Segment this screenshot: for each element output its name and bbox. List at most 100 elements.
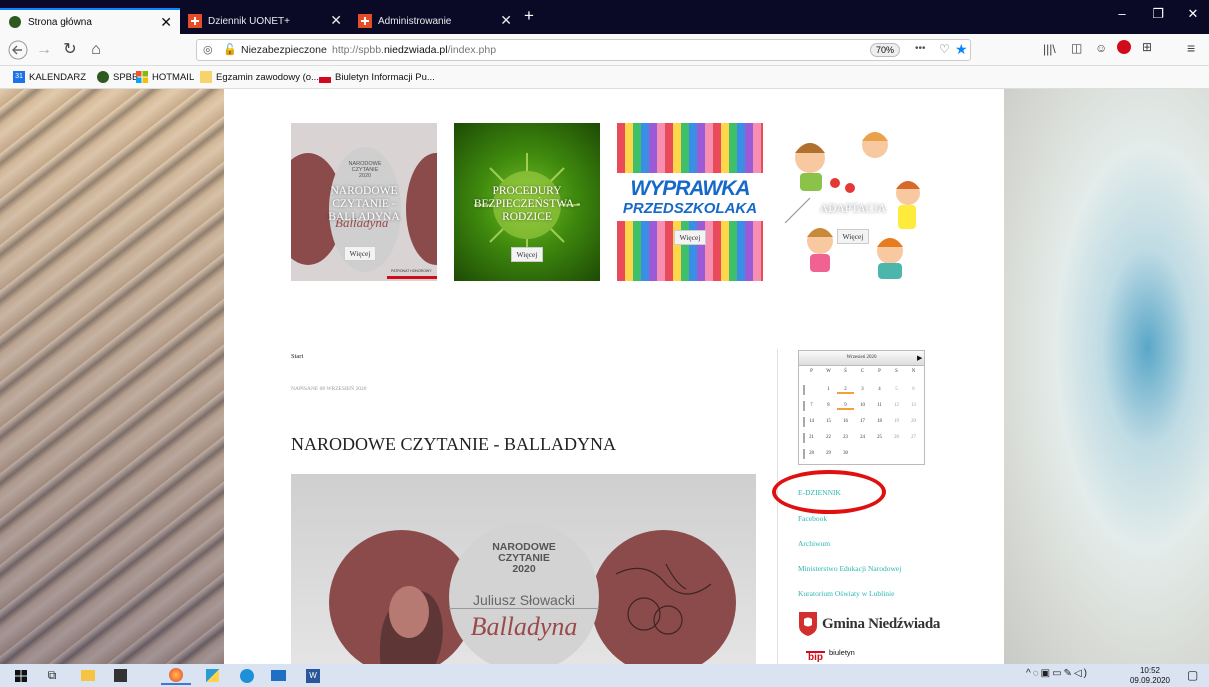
bip-logo[interactable]: bip biuletyn [806, 648, 855, 663]
start-button[interactable] [6, 666, 36, 685]
calendar-day[interactable]: 11 [871, 403, 888, 408]
url-bar[interactable]: ◎ 🔓 Niezabezpieczone http://spbb.niedzwi… [196, 39, 971, 61]
calendar-day[interactable]: 9 [837, 403, 854, 410]
gmina-logo[interactable]: Gmina Niedźwiada [798, 611, 940, 637]
card-wyprawka[interactable]: WYPRAWKA PRZEDSZKOLAKA Więcej [617, 123, 763, 281]
card-procedury[interactable]: PROCEDURY BEZPIECZEŃSTWA - RODZICE Więce… [454, 123, 600, 281]
calendar-day[interactable]: 12 [888, 403, 905, 408]
system-tray[interactable]: ^◌▣▭✎◁) [1026, 668, 1089, 679]
calendar-day[interactable]: 23 [837, 435, 854, 440]
library-icon[interactable]: |||\ [1043, 42, 1056, 56]
calendar-day[interactable]: 18 [871, 419, 888, 424]
calendar-day[interactable]: 26 [888, 435, 905, 440]
account-icon[interactable]: ☺ [1095, 41, 1107, 55]
taskbar-firefox[interactable] [161, 666, 191, 685]
link-facebook[interactable]: Facebook [798, 514, 827, 523]
calendar-day[interactable]: 27 [905, 435, 922, 440]
volume-icon[interactable]: ◁) [1074, 668, 1089, 679]
calendar-day[interactable]: 10 [854, 403, 871, 408]
taskbar-file-explorer[interactable] [73, 666, 103, 685]
link-kuratorium[interactable]: Kuratorium Oświaty w Lublinie [798, 589, 894, 598]
calendar-day[interactable]: 28 [803, 451, 820, 456]
calendar-day[interactable]: 20 [905, 419, 922, 424]
calendar-day[interactable]: 22 [820, 435, 837, 440]
calendar-day[interactable]: 25 [871, 435, 888, 440]
tab-dziennik[interactable]: Dziennik UONET+ ✕ [180, 8, 350, 34]
bookmark-kalendarz[interactable]: 31 KALENDARZ [13, 69, 86, 85]
calendar-day[interactable]: 14 [803, 419, 820, 424]
bookmark-hotmail[interactable]: HOTMAIL [136, 69, 194, 85]
card-narodowe-czytanie[interactable]: NARODOWE CZYTANIE 2020 Balladyna NARODOW… [291, 123, 437, 281]
tab-home[interactable]: Strona główna ✕ [0, 8, 180, 34]
new-tab-button[interactable]: + [524, 6, 534, 26]
tray-network-icon[interactable]: ▭ [1052, 668, 1063, 679]
article-title[interactable]: NARODOWE CZYTANIE - BALLADYNA [291, 434, 616, 455]
pocket-icon[interactable]: ♡ [939, 42, 950, 56]
calendar-day[interactable]: 13 [905, 403, 922, 408]
sidebar-icon[interactable]: ◫ [1071, 41, 1082, 55]
minimize-button[interactable]: – [1107, 6, 1137, 21]
bookmark-spbb[interactable]: SPBB [97, 69, 138, 85]
poster-subtitle: PRZEDSZKOLAKA [622, 200, 758, 217]
calendar-day[interactable]: 19 [888, 419, 905, 424]
bookmark-egzamin[interactable]: Egzamin zawodowy (o... [200, 69, 319, 85]
tray-cloud-icon[interactable]: ◌ [1033, 668, 1041, 679]
url-text[interactable]: http://spbb.niedzwiada.pl/index.php [332, 44, 496, 56]
restore-button[interactable]: ❐ [1143, 6, 1173, 22]
calendar-day[interactable]: 4 [871, 387, 888, 392]
home-button[interactable]: ⌂ [84, 39, 108, 61]
taskbar-word[interactable]: W [298, 666, 328, 685]
close-tab-icon[interactable]: ✕ [500, 12, 512, 28]
calendar-day[interactable]: 5 [888, 387, 905, 392]
taskbar-store[interactable] [105, 666, 135, 685]
taskbar-mail[interactable] [263, 666, 293, 685]
shield-icon[interactable]: ◎ [203, 43, 213, 56]
tray-pen-icon[interactable]: ✎ [1064, 668, 1074, 679]
page-actions-menu[interactable]: ••• [915, 43, 926, 54]
forward-button[interactable]: → [32, 39, 56, 61]
more-button[interactable]: Więcej [837, 229, 869, 244]
calendar-day[interactable]: 1 [820, 387, 837, 392]
breadcrumb[interactable]: Start [291, 353, 303, 360]
tray-chevron-icon[interactable]: ^ [1026, 668, 1033, 679]
card-adaptacja[interactable]: ADAPTACJA Więcej [780, 123, 926, 281]
calendar-day[interactable]: 6 [905, 387, 922, 392]
more-button[interactable]: Więcej [344, 246, 376, 261]
insecure-lock-icon[interactable]: 🔓 [223, 43, 237, 56]
close-tab-icon[interactable]: ✕ [160, 14, 172, 30]
calendar-day[interactable]: 24 [854, 435, 871, 440]
close-tab-icon[interactable]: ✕ [330, 12, 342, 28]
more-button[interactable]: Więcej [511, 247, 543, 262]
calendar-day[interactable]: 29 [820, 451, 837, 456]
calendar-day[interactable]: 17 [854, 419, 871, 424]
calendar-day[interactable]: 3 [854, 387, 871, 392]
extension-icon[interactable] [1117, 40, 1131, 54]
taskbar-edge[interactable] [232, 666, 262, 685]
tab-administrowanie[interactable]: Administrowanie ✕ [350, 8, 520, 34]
calendar-next-icon[interactable]: ▶ [917, 354, 922, 362]
back-button[interactable] [6, 39, 30, 61]
tray-app-icon[interactable]: ▣ [1041, 668, 1052, 679]
hamburger-menu-icon[interactable]: ≡ [1187, 40, 1195, 56]
calendar-day[interactable]: 16 [837, 419, 854, 424]
bookmark-star-icon[interactable]: ★ [955, 41, 968, 58]
close-window-button[interactable]: ✕ [1178, 6, 1208, 22]
article-image[interactable]: NARODOWE CZYTANIE 2020 Juliusz Słowacki … [291, 474, 756, 664]
task-view-button[interactable]: ⧉ [37, 666, 67, 685]
calendar-day[interactable]: 15 [820, 419, 837, 424]
calendar-day[interactable]: 2 [837, 387, 854, 394]
notifications-icon[interactable]: ▢ [1187, 668, 1198, 682]
taskbar-clock[interactable]: 10:52 09.09.2020 [1128, 666, 1172, 686]
calendar-day[interactable]: 21 [803, 435, 820, 440]
taskbar-app[interactable] [197, 666, 227, 685]
calendar-day[interactable]: 30 [837, 451, 854, 456]
extension-badge-icon[interactable]: ⊞ [1142, 40, 1152, 54]
link-ministerstwo[interactable]: Ministerstwo Edukacji Narodowej [798, 564, 901, 573]
link-archiwum[interactable]: Archiwum [798, 539, 830, 548]
zoom-indicator[interactable]: 70% [870, 43, 901, 57]
reload-button[interactable]: ↻ [58, 39, 82, 61]
more-button[interactable]: Więcej [674, 230, 706, 245]
calendar-day[interactable]: 8 [820, 403, 837, 408]
bookmark-bip[interactable]: Biuletyn Informacji Pu... [319, 69, 435, 85]
calendar-day[interactable]: 7 [803, 403, 820, 408]
